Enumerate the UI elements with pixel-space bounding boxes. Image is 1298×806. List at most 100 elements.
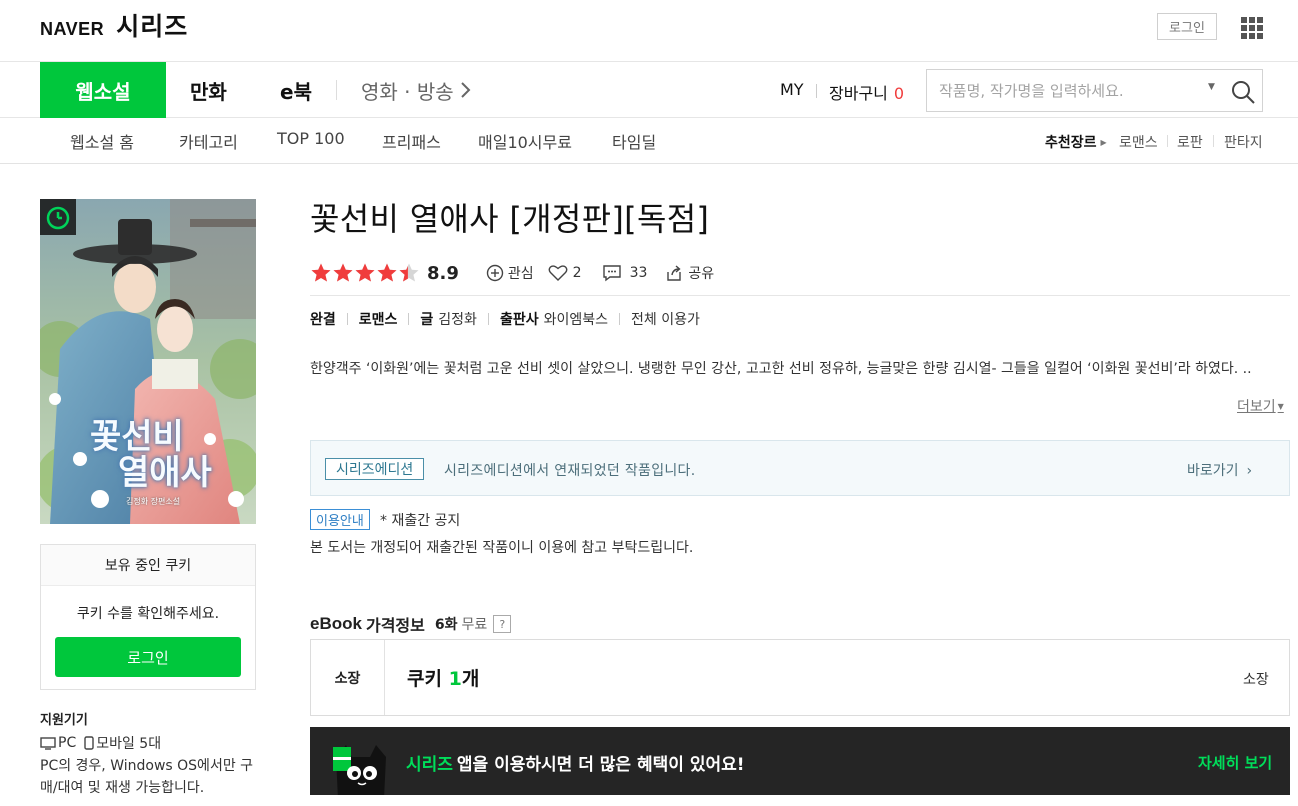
genre-fantasy[interactable]: 판타지	[1224, 132, 1263, 152]
go-label: 바로가기	[1187, 463, 1239, 479]
timer-badge-icon	[40, 199, 76, 235]
main-nav: 웹소설 만화 e북 영화 · 방송 MY 장바구니 0 ▼	[0, 62, 1298, 118]
genre-romance[interactable]: 로맨스	[1119, 132, 1158, 152]
device-pc: PC	[58, 735, 77, 751]
search-dropdown-icon[interactable]: ▼	[1208, 82, 1215, 92]
purchase-type-label: 소장	[311, 640, 385, 715]
star-rating	[310, 262, 420, 284]
devices-title: 지원기기	[40, 713, 88, 728]
cart-label: 장바구니	[829, 84, 888, 103]
book-age-rating: 전체 이용가	[630, 312, 700, 328]
subnav-freepass[interactable]: 프리패스	[382, 129, 441, 153]
heart-icon	[548, 265, 568, 281]
my-link[interactable]: MY	[780, 80, 804, 99]
writer-label: 글	[420, 312, 434, 328]
tab-webnovel[interactable]: 웹소설	[40, 62, 166, 118]
info-separator	[487, 313, 489, 325]
more-label: 더보기	[1237, 399, 1276, 415]
notice-title: * 재출간 공지	[380, 513, 461, 529]
book-genre[interactable]: 로맨스	[359, 309, 398, 329]
like-button[interactable]: 2	[548, 264, 582, 282]
banner-brand: 시리즈	[406, 755, 453, 775]
tab-manhwa[interactable]: 만화	[190, 62, 227, 118]
site-logo[interactable]: NAVER 시리즈	[40, 7, 188, 43]
rating-score: 8.9	[427, 262, 459, 284]
info-separator	[408, 313, 410, 325]
comment-icon	[602, 265, 621, 282]
star-icon	[333, 263, 353, 282]
sub-nav: 웹소설 홈 카테고리 TOP 100 프리패스 매일10시무료 타임딜 추천장르…	[0, 118, 1298, 164]
star-icon	[311, 263, 331, 282]
book-status: 완결	[310, 312, 336, 328]
cookie-message: 쿠키 수를 확인해주세요.	[76, 606, 220, 622]
cookie-box: 보유 중인 쿠키 쿠키 수를 확인해주세요. 로그인	[40, 544, 256, 690]
publisher-label: 출판사	[499, 312, 539, 328]
search-box: ▼	[926, 69, 1263, 112]
cookie-header: 보유 중인 쿠키	[41, 545, 255, 586]
cover-title-line1: 꽃선비	[90, 417, 184, 457]
subnav-top100[interactable]: TOP 100	[277, 129, 345, 148]
help-icon[interactable]: ?	[493, 615, 512, 633]
naver-logo[interactable]: NAVER	[40, 19, 104, 40]
star-icon	[355, 263, 375, 282]
cart-link[interactable]: 장바구니 0	[829, 80, 904, 104]
book-cover[interactable]: 꽃선비 열애사 김정화 장편소설	[40, 199, 256, 524]
series-edition-text: 시리즈에디션에서 연재되었던 작품입니다.	[444, 463, 696, 479]
more-button[interactable]: 더보기 ▼	[1237, 396, 1284, 416]
cover-title: 꽃선비 열애사	[90, 419, 212, 491]
search-input[interactable]	[939, 79, 1199, 103]
caret-down-icon: ▼	[1277, 402, 1284, 411]
ebook-label: eBook	[310, 614, 362, 633]
series-edition-box: 시리즈에디션 시리즈에디션에서 연재되었던 작품입니다. 바로가기 ›	[310, 440, 1290, 496]
notice-tag: 이용안내	[310, 509, 370, 530]
cart-count: 0	[893, 84, 905, 103]
subnav-webnovel-home[interactable]: 웹소설 홈	[70, 129, 134, 153]
rating-row: 8.9 관심 2 33 공유	[310, 260, 714, 286]
apps-grid-icon[interactable]	[1241, 17, 1263, 39]
plus-circle-icon	[486, 264, 504, 282]
free-episode-count: 6화	[434, 617, 458, 633]
tab-divider	[336, 80, 337, 100]
interest-button[interactable]: 관심	[486, 263, 534, 283]
book-synopsis: 한양객주 ‘이화원’에는 꽃처럼 고운 선비 셋이 살았으니. 냉랭한 무인 강…	[310, 361, 1252, 377]
info-separator	[618, 313, 620, 325]
caret-right-icon: ▶	[1100, 138, 1107, 147]
tab-movie-label: 영화 · 방송	[361, 79, 454, 104]
series-logo[interactable]: 시리즈	[116, 7, 188, 43]
search-icon[interactable]	[1230, 79, 1256, 105]
subnav-category[interactable]: 카테고리	[179, 129, 238, 153]
like-count: 2	[572, 265, 582, 281]
subnav-daily-free[interactable]: 매일10시무료	[478, 129, 572, 153]
genre-rofan[interactable]: 로판	[1177, 132, 1203, 152]
free-label: 무료	[461, 617, 488, 633]
subnav-timedeal[interactable]: 타임딜	[612, 129, 656, 153]
star-icon	[399, 263, 419, 282]
chevron-right-icon	[460, 82, 471, 98]
header-login-button[interactable]: 로그인	[1157, 13, 1217, 40]
share-button[interactable]: 공유	[665, 263, 714, 283]
interest-label: 관심	[507, 266, 534, 282]
banner-message: 앱을 이용하시면 더 많은 혜택이 있어요!	[456, 755, 745, 775]
price-info-label: 가격정보	[365, 616, 425, 635]
banner-more-button[interactable]: 자세히 보기	[1198, 752, 1272, 773]
notice-body: 본 도서는 개정되어 재출간된 작품이니 이용에 참고 부탁드립니다.	[310, 540, 694, 556]
top-bar: NAVER 시리즈 로그인	[0, 0, 1298, 62]
chevron-right-icon: ›	[1246, 463, 1253, 479]
price-header: eBook 가격정보 6화 무료 ?	[310, 612, 512, 636]
cookie-price: 쿠키 1개	[407, 664, 479, 691]
cookie-unit: 개	[461, 668, 480, 690]
cookie-login-button[interactable]: 로그인	[55, 637, 241, 677]
tab-movie-broadcast[interactable]: 영화 · 방송	[361, 62, 472, 118]
book-publisher[interactable]: 와이엠북스	[544, 309, 608, 329]
tab-ebook[interactable]: e북	[280, 62, 312, 118]
share-icon	[667, 265, 682, 281]
app-promo-banner[interactable]: 시리즈 앱을 이용하시면 더 많은 혜택이 있어요! 자세히 보기	[310, 727, 1290, 795]
cover-title-line2: 열애사	[118, 453, 212, 493]
book-title: 꽃선비 열애사 [개정판][독점]	[310, 200, 710, 238]
book-writer[interactable]: 김정화	[438, 309, 477, 329]
info-separator	[346, 313, 348, 325]
go-button[interactable]: 바로가기 ›	[1187, 460, 1252, 480]
price-box[interactable]: 소장 쿠키 1개 소장	[310, 639, 1290, 716]
comment-button[interactable]: 33	[602, 264, 647, 282]
purchase-type-right: 소장	[1243, 672, 1269, 688]
